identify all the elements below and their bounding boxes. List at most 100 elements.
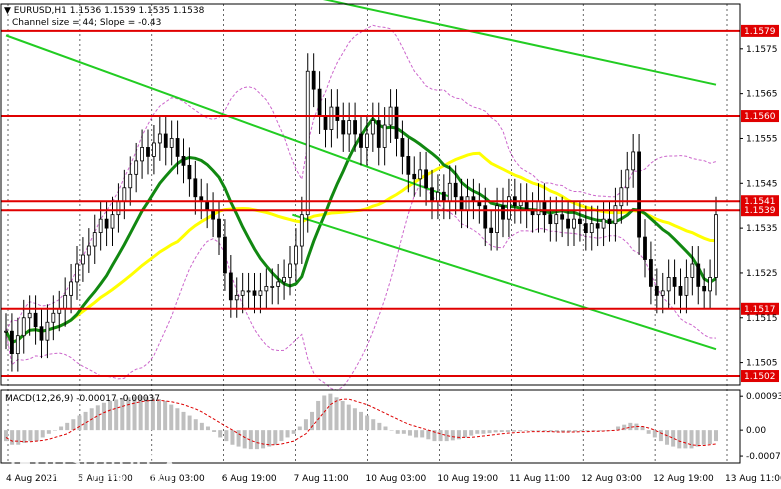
macd-bar <box>579 430 584 432</box>
candle-body <box>335 106 340 121</box>
candle-body <box>554 214 559 225</box>
level-label: 1.1502 <box>744 372 776 382</box>
channel-info: Channel size = 44; Slope = -0.43 <box>12 18 161 28</box>
macd-bar <box>108 400 113 431</box>
macd-bar <box>383 426 388 431</box>
candle-body <box>4 330 8 333</box>
candle-body <box>566 218 570 229</box>
macd-bar <box>291 430 296 434</box>
candle-body <box>359 133 363 148</box>
candle-body <box>347 120 352 135</box>
candle-body <box>678 285 683 296</box>
candle-body <box>406 155 411 175</box>
candle-body <box>424 169 428 189</box>
macd-bar <box>4 430 8 442</box>
price-panel-border <box>0 3 741 386</box>
candle-body <box>187 164 192 180</box>
logo-icon-core <box>20 458 30 468</box>
macd-bar <box>261 430 266 449</box>
macd-bar <box>524 430 529 431</box>
candle-body <box>317 88 322 117</box>
candle-body <box>353 120 357 135</box>
macd-bar <box>530 430 535 431</box>
macd-bar <box>542 430 547 432</box>
macd-bar <box>573 430 578 432</box>
ma-slow-line <box>4 151 717 345</box>
macd-bar <box>101 402 106 431</box>
candle-body <box>394 106 399 139</box>
candle-body <box>708 277 712 292</box>
candle-body <box>305 70 310 216</box>
candle-body <box>39 326 44 341</box>
level-label: 1.1579 <box>744 27 776 37</box>
candle-body <box>75 263 79 283</box>
candle-body <box>146 147 150 157</box>
candle-body <box>282 277 286 283</box>
macd-bar <box>469 430 474 436</box>
macd-bar <box>34 430 39 442</box>
macd-bar <box>359 411 363 431</box>
chart-stage: 1.1579 1.1560 1.1541 1.1539 1.1517 1.1502 4 A… <box>0 0 781 489</box>
macd-bar <box>114 399 119 431</box>
macd-bar <box>199 422 204 431</box>
candle-body <box>548 214 553 225</box>
x-tick-label: 12 Aug 03:00 <box>581 474 642 484</box>
candle-body <box>92 232 97 247</box>
macd-bar <box>365 415 370 431</box>
macd-bar <box>536 430 541 431</box>
macd-bar <box>218 430 223 438</box>
macd-bar <box>328 393 333 431</box>
candle-body <box>524 200 529 211</box>
candle-body <box>382 124 387 148</box>
macd-bar <box>279 430 284 442</box>
macd-bar <box>475 430 480 434</box>
candle-body <box>684 277 689 296</box>
macd-bar <box>407 430 412 436</box>
candle-body <box>542 200 547 216</box>
candle-body <box>246 290 251 293</box>
candle-body <box>601 218 606 229</box>
macd-y-tick-label: 0.00 <box>746 426 766 436</box>
candle-body <box>649 259 653 287</box>
candle-body <box>666 277 671 292</box>
candle-body <box>654 285 659 296</box>
candle-body <box>27 312 32 319</box>
candle-body <box>86 245 91 256</box>
macd-bar <box>352 408 357 431</box>
candle-body <box>376 120 381 148</box>
macd-bar <box>377 422 382 431</box>
macd-bar <box>16 430 21 445</box>
level-label: 1.1560 <box>744 112 776 122</box>
candle-body <box>69 281 73 296</box>
candle-body <box>140 147 144 162</box>
macd-bar <box>456 430 461 440</box>
macd-bar <box>71 419 76 431</box>
candle-body <box>157 133 162 144</box>
candle-body <box>15 335 20 355</box>
candle-body <box>607 218 612 225</box>
candle-body <box>459 196 464 211</box>
macd-bar <box>65 422 70 431</box>
candle-body <box>193 178 198 198</box>
macd-bar <box>499 430 504 432</box>
channel-line <box>322 0 717 86</box>
macd-bar <box>683 430 688 449</box>
macd-bar <box>695 430 700 447</box>
candle-body <box>341 120 346 135</box>
candle-body <box>276 281 281 287</box>
macd-bar <box>450 430 455 441</box>
candle-body <box>205 200 210 211</box>
candle-body <box>45 321 50 341</box>
macd-bar <box>40 430 45 438</box>
macd-bar <box>426 430 431 440</box>
candle-body <box>589 223 594 234</box>
candle-body <box>441 191 446 202</box>
macd-bar <box>371 419 376 431</box>
candle-body <box>507 196 511 220</box>
macd-bar <box>303 419 308 431</box>
candle-body <box>572 218 576 229</box>
macd-bar <box>401 430 406 434</box>
candle-body <box>696 263 701 287</box>
macd-bar <box>52 430 57 431</box>
candle-body <box>152 142 156 157</box>
